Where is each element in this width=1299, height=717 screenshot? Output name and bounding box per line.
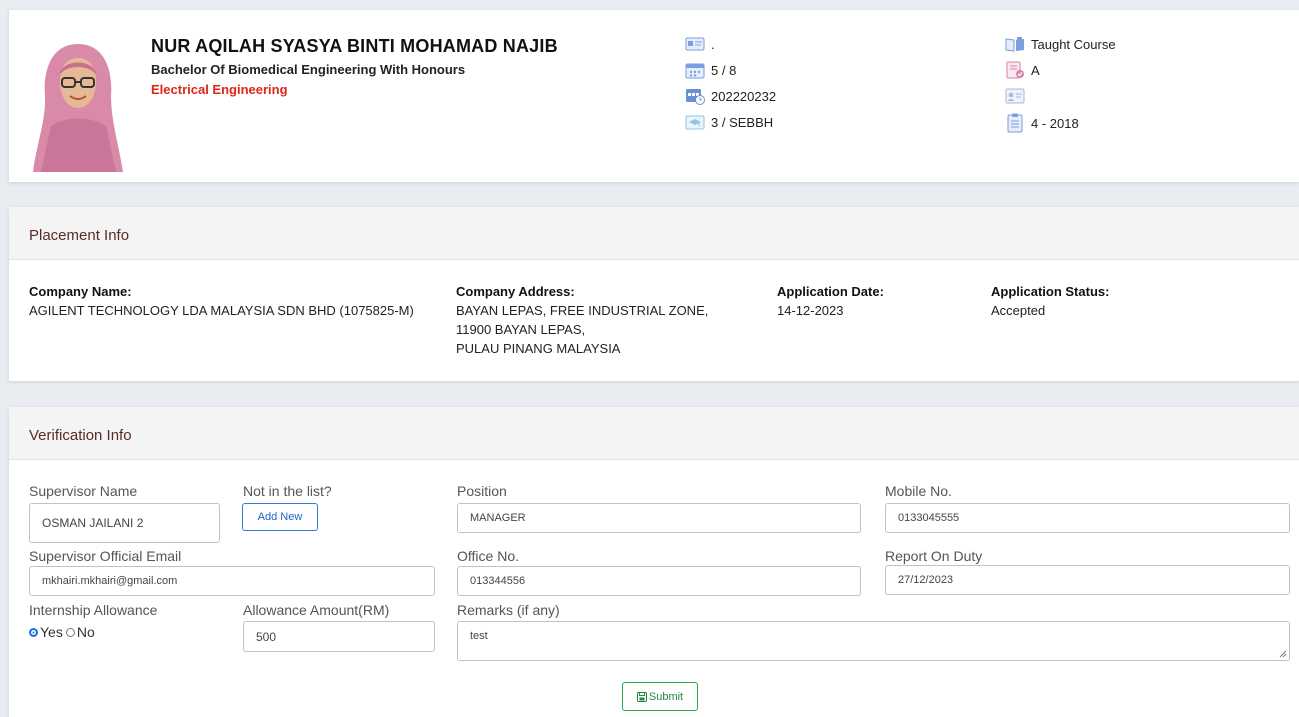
- resize-handle-icon[interactable]: [1279, 650, 1287, 658]
- not-in-list-label: Not in the list?: [243, 483, 332, 499]
- info-course-type-value: Taught Course: [1031, 36, 1116, 52]
- company-address-line-3: PULAU PINANG MALAYSIA: [456, 341, 621, 356]
- remarks-textarea[interactable]: test: [457, 621, 1290, 661]
- info-program: 3 / SEBBH: [685, 113, 773, 131]
- info-intake-value: 4 - 2018: [1031, 115, 1079, 131]
- info-intake: 4 - 2018: [1005, 113, 1079, 133]
- info-session: 202220232: [685, 87, 776, 105]
- office-no-input[interactable]: 013344556: [457, 566, 861, 596]
- report-on-duty-label: Report On Duty: [885, 548, 983, 564]
- info-ic-value: .: [711, 36, 715, 52]
- info-session-value: 202220232: [711, 88, 777, 104]
- placement-info-card: Placement Info Company Name: AGILENT TEC…: [9, 207, 1299, 381]
- remarks-label: Remarks (if any): [457, 602, 560, 618]
- allowance-no-label: No: [76, 624, 95, 640]
- clipboard-list-icon: [1007, 113, 1023, 133]
- verification-info-title: Verification Info: [9, 407, 1299, 460]
- submit-button[interactable]: Submit: [622, 682, 698, 711]
- application-date-value: 14-12-2023: [777, 303, 844, 318]
- info-ic: .: [685, 36, 715, 52]
- info-status-value: A: [1031, 62, 1040, 78]
- id-badge-icon: [1005, 88, 1025, 104]
- calendar-icon: [685, 63, 705, 79]
- calendar-clock-icon: [686, 89, 705, 105]
- info-semester-value: 5 / 8: [711, 62, 737, 78]
- placement-info-title: Placement Info: [9, 207, 1299, 260]
- supervisor-email-label: Supervisor Official Email: [29, 548, 182, 564]
- info-blank: [1005, 87, 1031, 105]
- office-no-label: Office No.: [457, 548, 519, 564]
- student-profile-card: NUR AQILAH SYASYA BINTI MOHAMAD NAJIB Ba…: [9, 10, 1299, 182]
- mobile-input[interactable]: 0133045555: [885, 503, 1290, 533]
- info-status: A: [1005, 61, 1040, 79]
- company-address-line-1: BAYAN LEPAS, FREE INDUSTRIAL ZONE,: [456, 303, 709, 318]
- report-on-duty-date-input[interactable]: 27/12/2023: [885, 565, 1290, 595]
- info-course-type: Taught Course: [1005, 36, 1116, 52]
- document-check-icon: [1006, 61, 1024, 79]
- open-book-icon: [1005, 37, 1024, 52]
- student-department: Electrical Engineering: [151, 82, 288, 97]
- supervisor-name-label: Supervisor Name: [29, 483, 138, 499]
- allowance-radio-group: Yes No: [29, 624, 95, 640]
- position-input[interactable]: MANAGER: [457, 503, 861, 533]
- student-avatar: [31, 36, 125, 172]
- company-address-line-2: 11900 BAYAN LEPAS,: [456, 322, 586, 337]
- application-status-value: Accepted: [991, 303, 1046, 318]
- internship-allowance-label: Internship Allowance: [29, 602, 158, 618]
- allowance-yes-label: Yes: [40, 624, 63, 640]
- allowance-amount-label: Allowance Amount(RM): [243, 602, 390, 618]
- allowance-yes-radio[interactable]: [29, 627, 38, 637]
- student-degree: Bachelor Of Biomedical Engineering With …: [151, 62, 466, 77]
- company-name-value: AGILENT TECHNOLOGY LDA MALAYSIA SDN BHD …: [29, 303, 414, 318]
- id-card-icon: [685, 37, 705, 51]
- save-icon: [636, 691, 647, 702]
- add-new-supervisor-button[interactable]: Add New: [242, 503, 318, 531]
- position-label: Position: [457, 483, 507, 499]
- info-semester: 5 / 8: [685, 61, 736, 79]
- company-address-label: Company Address:: [456, 284, 575, 299]
- company-name-label: Company Name:: [29, 284, 132, 299]
- remarks-text: test: [470, 630, 488, 642]
- application-status-label: Application Status:: [991, 284, 1110, 299]
- info-program-value: 3 / SEBBH: [711, 114, 774, 130]
- allowance-amount-input[interactable]: 500: [243, 621, 435, 652]
- graduation-cap-icon: [685, 115, 705, 130]
- submit-label: Submit: [648, 690, 684, 703]
- allowance-no-radio[interactable]: [65, 627, 75, 637]
- student-name: NUR AQILAH SYASYA BINTI MOHAMAD NAJIB: [151, 36, 558, 56]
- verification-info-card: Verification Info Supervisor Name OSMAN …: [9, 407, 1299, 717]
- application-date-label: Application Date:: [777, 284, 884, 299]
- supervisor-name-select[interactable]: OSMAN JAILANI 2: [29, 503, 220, 543]
- supervisor-email-input[interactable]: mkhairi.mkhairi@gmail.com: [29, 566, 435, 596]
- mobile-label: Mobile No.: [885, 483, 952, 499]
